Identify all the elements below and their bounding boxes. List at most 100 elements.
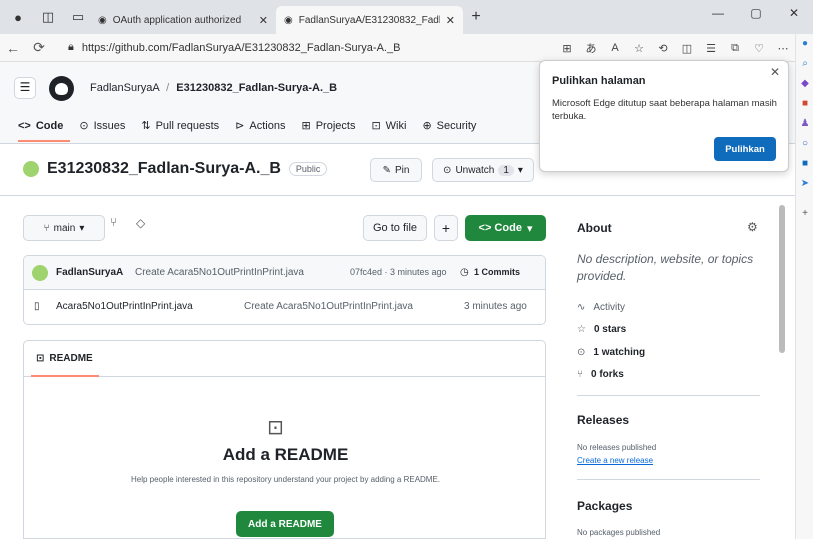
url-field[interactable]: 🔒︎ https://github.com/FadlanSuryaA/E3123…: [68, 41, 428, 54]
close-window-button[interactable]: ✕: [775, 0, 813, 28]
tab-repo[interactable]: ◉ FadlanSuryaA/E31230832_Fadlan ✕: [276, 6, 463, 34]
add-sidebar-icon[interactable]: +: [796, 204, 813, 224]
hamburger-menu-icon[interactable]: ☰: [14, 77, 36, 99]
profile-icon[interactable]: ●: [6, 5, 30, 29]
translate-icon[interactable]: あ: [579, 40, 603, 56]
create-release-link[interactable]: Create a new release: [577, 456, 653, 465]
close-tab-icon[interactable]: ✕: [446, 14, 455, 27]
maximize-button[interactable]: ▢: [737, 0, 775, 28]
about-heading: About: [577, 221, 612, 235]
branches-icon[interactable]: ⑂: [110, 215, 117, 229]
edge-sidebar: ● ⌕ ◆ ■ ♟ ○ ■ ➤ +: [795, 34, 813, 539]
no-releases-text: No releases published: [577, 443, 657, 452]
unwatch-button[interactable]: ⊙ Unwatch 1 ▾: [432, 158, 534, 182]
watching-link[interactable]: ⊙ 1 watching: [577, 347, 645, 358]
extensions-icon[interactable]: ⟲: [651, 42, 675, 55]
gear-icon[interactable]: ⚙: [747, 220, 758, 234]
tab-oauth[interactable]: ◉ OAuth application authorized ✕: [90, 6, 276, 34]
watch-count: 1: [498, 164, 514, 176]
table-row[interactable]: ▯ Acara5No1OutPrintInPrint.java Create A…: [24, 290, 545, 324]
tab-wiki[interactable]: ⊡ Wiki: [371, 119, 406, 133]
favorite-star-icon[interactable]: ☆: [627, 42, 651, 55]
performance-icon[interactable]: ♡: [747, 42, 771, 55]
games-icon[interactable]: ♟: [796, 114, 813, 134]
search-icon[interactable]: ⌕: [796, 54, 813, 74]
go-to-file-button[interactable]: Go to file: [363, 215, 427, 241]
commit-hash-time[interactable]: 07fc4ed · 3 minutes ago: [350, 267, 447, 277]
pin-button[interactable]: ✎ Pin: [370, 158, 422, 182]
tab-projects[interactable]: ⊞ Projects: [301, 119, 355, 133]
active-tab-underline: [18, 140, 70, 142]
read-aloud-icon[interactable]: A: [603, 42, 627, 54]
url-text: https://github.com/FadlanSuryaA/E3123083…: [81, 41, 401, 54]
add-readme-button[interactable]: Add a README: [236, 511, 334, 537]
tab-issues[interactable]: ⊙ Issues: [79, 119, 126, 133]
code-icon: <>: [18, 119, 31, 132]
tab-label: Issues: [93, 119, 126, 132]
favorites-icon[interactable]: ☰: [699, 42, 723, 55]
outlook-icon[interactable]: ■: [796, 154, 813, 174]
tab-security[interactable]: ⊕ Security: [422, 119, 476, 133]
close-tab-icon[interactable]: ✕: [259, 14, 268, 27]
file-commit-message[interactable]: Create Acara5No1OutPrintInPrint.java: [244, 301, 413, 312]
commit-author[interactable]: FadlanSuryaA: [56, 267, 123, 278]
minimize-button[interactable]: —: [699, 0, 737, 28]
commits-link[interactable]: 1 Commits: [474, 267, 520, 277]
eye-icon: ⊙: [443, 164, 452, 176]
tools-icon[interactable]: ■: [796, 94, 813, 114]
restore-button[interactable]: Pulihkan: [714, 137, 776, 161]
new-tab-button[interactable]: +: [465, 8, 487, 26]
add-file-button[interactable]: +: [434, 215, 458, 241]
packages-heading[interactable]: Packages: [577, 499, 632, 513]
tab-code[interactable]: <> Code: [18, 119, 63, 132]
code-button[interactable]: <> Code ▾: [465, 215, 546, 241]
workspaces-icon[interactable]: ◫: [36, 5, 60, 29]
github-favicon-icon: ◉: [284, 14, 293, 26]
tab-title: OAuth application authorized: [112, 14, 242, 26]
app-available-icon[interactable]: ⊞: [555, 42, 579, 55]
pin-icon: ✎: [382, 164, 391, 176]
code-button-label: <> Code: [478, 222, 522, 234]
more-menu-icon[interactable]: ⋯: [771, 42, 795, 55]
stars-link[interactable]: ☆ 0 stars: [577, 324, 626, 335]
github-logo-icon[interactable]: [49, 76, 74, 101]
chevron-down-icon: ▾: [79, 222, 85, 234]
tab-actions[interactable]: ⊳ Actions: [235, 119, 285, 133]
eye-icon: ⊙: [577, 347, 586, 358]
repo-nav: <> Code ⊙ Issues ⇅ Pull requests ⊳ Actions ⊞…: [18, 119, 476, 133]
repo-name[interactable]: E31230832_Fadlan-Surya-A._B: [47, 160, 281, 178]
avatar[interactable]: [23, 161, 39, 177]
forks-link[interactable]: ⑂ 0 forks: [577, 369, 624, 380]
close-icon[interactable]: ✕: [770, 65, 780, 79]
copilot-icon[interactable]: ●: [796, 34, 813, 54]
stars-count: 0 stars: [593, 324, 627, 335]
file-time: 3 minutes ago: [464, 301, 527, 312]
collections-icon[interactable]: ⧉: [723, 42, 747, 55]
tab-actions-icon[interactable]: ▭: [66, 5, 90, 29]
office-icon[interactable]: ○: [796, 134, 813, 154]
activity-link[interactable]: ∿ Activity: [577, 302, 625, 313]
file-name[interactable]: Acara5No1OutPrintInPrint.java: [56, 301, 193, 312]
readme-tab[interactable]: ⊡ README: [36, 353, 93, 364]
back-button[interactable]: ←: [0, 40, 26, 56]
tag-icon[interactable]: ◇: [136, 216, 145, 230]
browser-tab-bar: ● ◫ ▭ ◉ OAuth application authorized ✕ ◉…: [0, 0, 813, 34]
breadcrumb-repo[interactable]: E31230832_Fadlan-Surya-A._B: [176, 82, 337, 94]
shopping-icon[interactable]: ◆: [796, 74, 813, 94]
file-list: FadlanSuryaA Create Acara5No1OutPrintInP…: [23, 255, 546, 325]
add-readme-subtitle: Help people interested in this repositor…: [130, 475, 441, 484]
refresh-button[interactable]: ⟳: [26, 39, 52, 56]
releases-heading[interactable]: Releases: [577, 413, 629, 427]
star-icon: ☆: [577, 324, 586, 335]
page-scrollbar[interactable]: [779, 205, 785, 353]
tab-pull-requests[interactable]: ⇅ Pull requests: [141, 119, 219, 133]
split-screen-icon[interactable]: ◫: [675, 42, 699, 55]
restore-pages-popup: Pulihkan halaman ✕ Microsoft Edge ditutu…: [539, 60, 789, 172]
commit-message[interactable]: Create Acara5No1OutPrintInPrint.java: [135, 267, 304, 278]
telegram-icon[interactable]: ➤: [796, 174, 813, 194]
forks-count: 0 forks: [591, 369, 624, 380]
branch-select[interactable]: ⑂ main ▾: [23, 215, 105, 241]
avatar[interactable]: [32, 265, 48, 281]
breadcrumb-owner[interactable]: FadlanSuryaA: [90, 82, 159, 94]
visibility-badge: Public: [288, 162, 328, 176]
